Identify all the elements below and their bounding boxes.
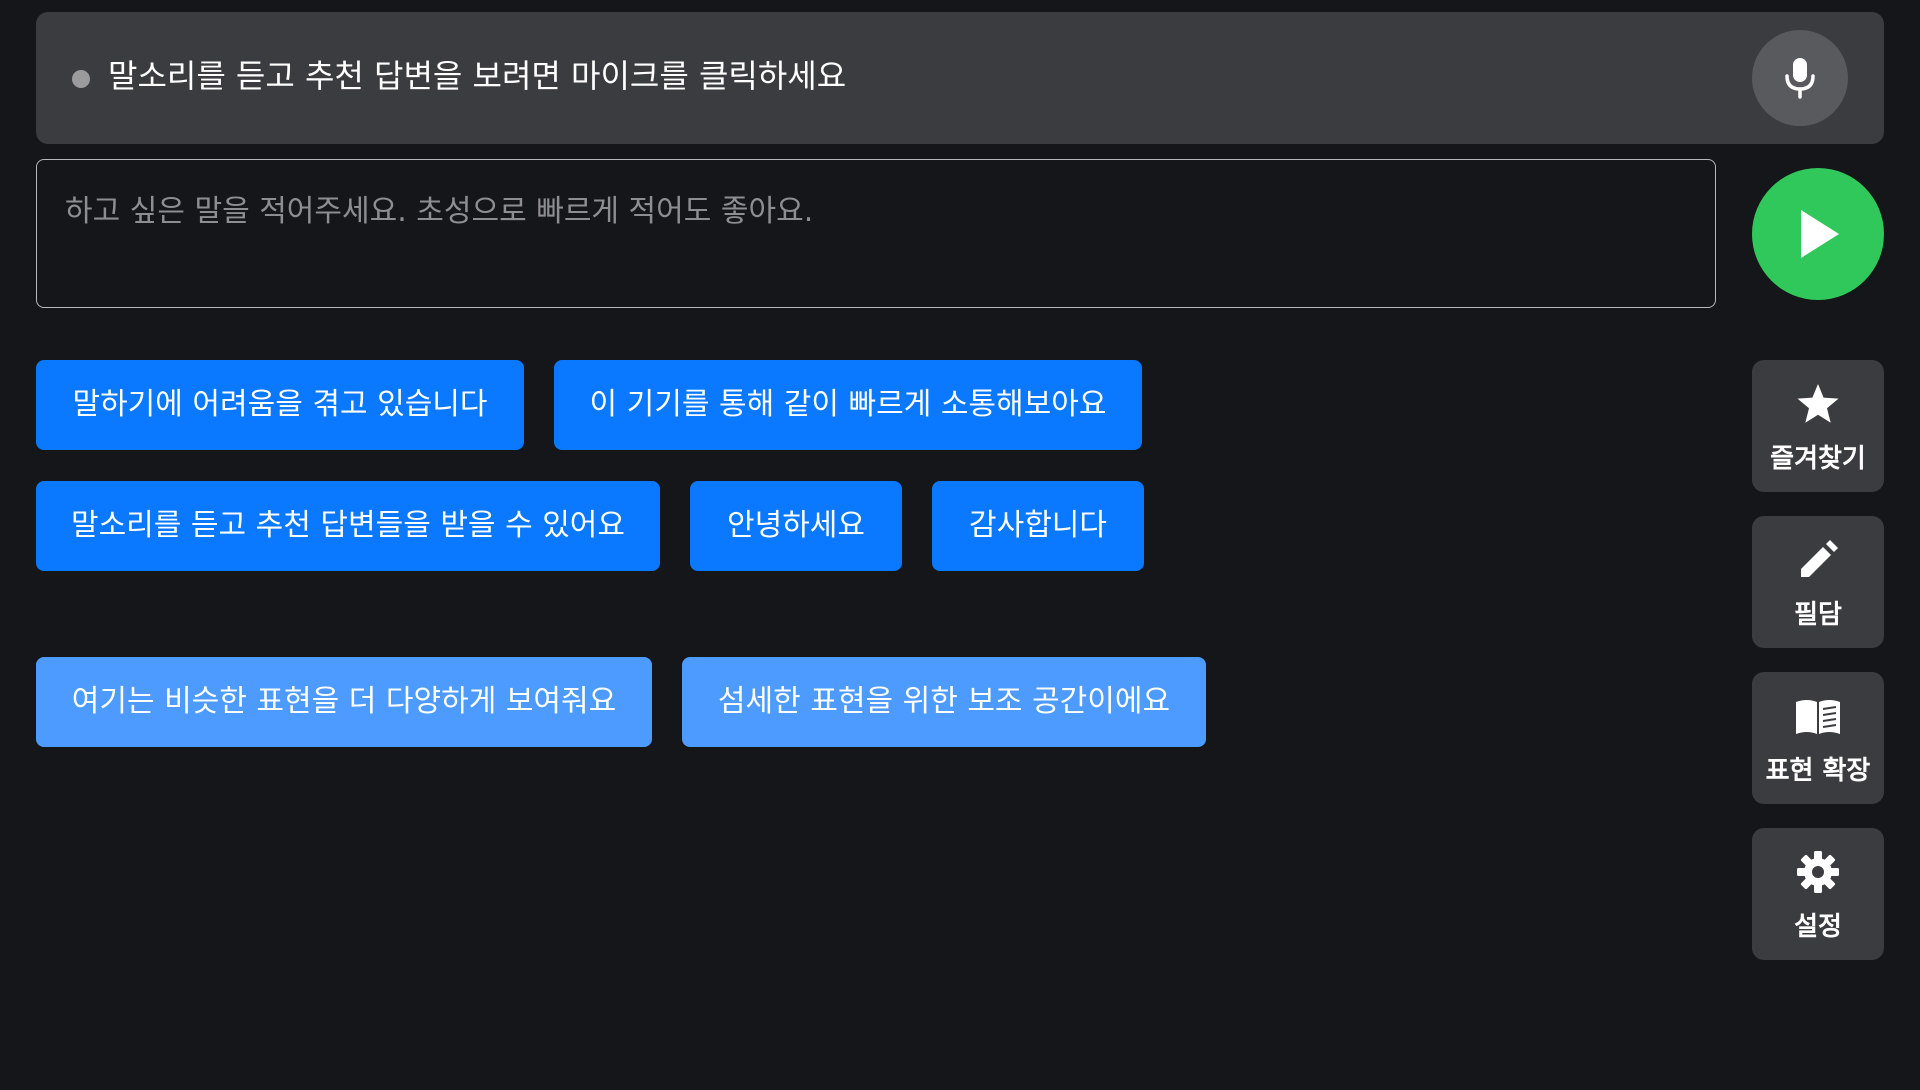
settings-button[interactable]: 설정 xyxy=(1752,828,1884,960)
speak-button[interactable] xyxy=(1752,168,1884,300)
expansion-button[interactable]: 여기는 비슷한 표현을 더 다양하게 보여줘요 xyxy=(36,657,652,747)
book-icon xyxy=(1796,700,1840,734)
favorites-label: 즐겨찾기 xyxy=(1770,444,1866,474)
suggestion-button[interactable]: 말하기에 어려움을 겪고 있습니다 xyxy=(36,360,524,450)
suggestion-button[interactable]: 안녕하세요 xyxy=(690,481,902,571)
app-root: 말소리를 듣고 추천 답변을 보려면 마이크를 클릭하세요 말하기에 어려움을 … xyxy=(0,0,1920,1090)
favorites-button[interactable]: 즐겨찾기 xyxy=(1752,360,1884,492)
play-icon xyxy=(1801,210,1839,258)
settings-label: 설정 xyxy=(1794,912,1842,942)
expansion-button[interactable]: 섬세한 표현을 위한 보조 공간이에요 xyxy=(682,657,1206,747)
microphone-icon xyxy=(1785,58,1815,99)
status-text: 말소리를 듣고 추천 답변을 보려면 마이크를 클릭하세요 xyxy=(108,57,847,95)
mic-button[interactable] xyxy=(1752,30,1848,126)
suggestion-button[interactable]: 이 기기를 통해 같이 빠르게 소통해보아요 xyxy=(554,360,1142,450)
suggestion-button[interactable]: 말소리를 듣고 추천 답변들을 받을 수 있어요 xyxy=(36,481,660,571)
status-indicator-dot xyxy=(72,70,90,88)
expand-expression-button[interactable]: 표현 확장 xyxy=(1752,672,1884,804)
gear-icon xyxy=(1797,851,1839,893)
star-icon xyxy=(1797,384,1839,423)
message-input[interactable] xyxy=(36,159,1716,308)
writing-label: 필담 xyxy=(1794,600,1842,630)
status-bar: 말소리를 듣고 추천 답변을 보려면 마이크를 클릭하세요 xyxy=(36,12,1884,144)
suggestion-button[interactable]: 감사합니다 xyxy=(932,481,1144,571)
expand-expression-label: 표현 확장 xyxy=(1765,756,1871,786)
pencil-icon xyxy=(1801,540,1838,577)
writing-button[interactable]: 필담 xyxy=(1752,516,1884,648)
